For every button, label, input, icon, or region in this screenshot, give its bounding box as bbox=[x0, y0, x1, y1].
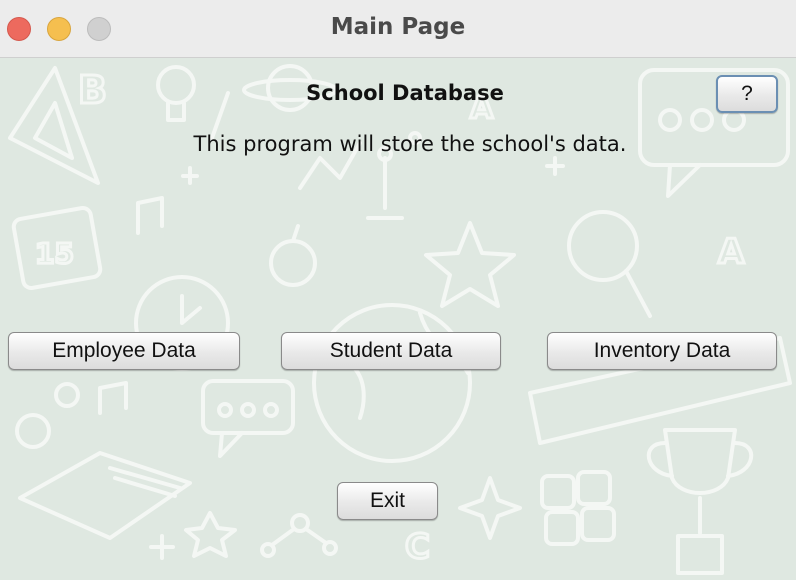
letter-c-icon: C bbox=[405, 527, 430, 567]
globe-icon bbox=[312, 303, 472, 463]
music-notes-icon bbox=[98, 381, 128, 415]
magnifier-icon bbox=[567, 210, 652, 318]
employee-data-button[interactable]: Employee Data bbox=[8, 332, 240, 370]
title-bar: Main Page bbox=[0, 0, 796, 58]
sparkle-right-icon bbox=[545, 156, 565, 176]
app-window: Main Page B A 15 A C School Database ? T… bbox=[0, 0, 796, 580]
molecule-icon bbox=[260, 513, 338, 558]
letter-a-right-icon: A bbox=[718, 232, 745, 272]
inventory-data-button[interactable]: Inventory Data bbox=[547, 332, 777, 370]
apple-icon bbox=[269, 224, 317, 287]
star-icon bbox=[424, 221, 516, 308]
program-description: This program will store the school's dat… bbox=[193, 132, 627, 156]
calendar-icon: 15 bbox=[11, 206, 103, 290]
student-data-button[interactable]: Student Data bbox=[281, 332, 501, 370]
exit-button[interactable]: Exit bbox=[337, 482, 438, 520]
book-icon bbox=[18, 451, 192, 540]
chat-bubble-small-icon bbox=[201, 379, 295, 458]
music-note-icon bbox=[136, 196, 164, 235]
sparkle-large-icon bbox=[458, 476, 522, 540]
gear-icon bbox=[15, 382, 80, 449]
sparkle-bottom-icon bbox=[149, 534, 175, 560]
small-star-icon bbox=[184, 511, 237, 558]
calculator-icon bbox=[540, 470, 616, 546]
window-title: Main Page bbox=[330, 14, 466, 40]
sparkle-small-icon bbox=[181, 166, 199, 185]
page-heading: School Database bbox=[306, 81, 504, 105]
help-button[interactable]: ? bbox=[716, 75, 778, 113]
trophy-icon bbox=[646, 428, 754, 575]
main-panel: B A 15 A C School Database ? This progra… bbox=[0, 58, 796, 580]
svg-text:15: 15 bbox=[35, 237, 74, 270]
